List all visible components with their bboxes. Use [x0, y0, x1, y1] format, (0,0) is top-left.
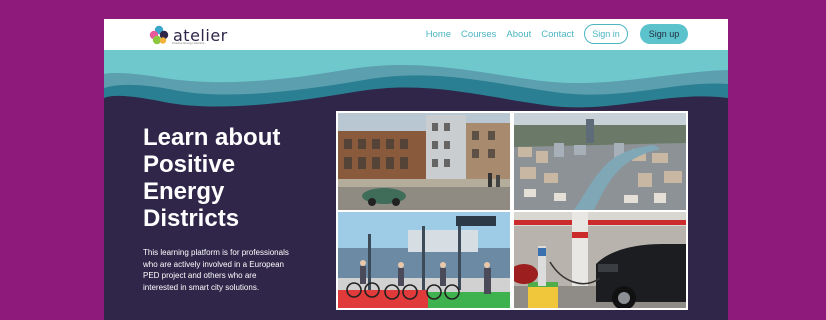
hero-image-grid [336, 111, 688, 310]
hero-description-line: This learning platform is for profession… [143, 248, 289, 257]
hero-description: This learning platform is for profession… [143, 247, 318, 293]
hero-title-line: Learn about [143, 124, 281, 151]
hero-title-line: Energy [143, 178, 225, 205]
sign-in-button[interactable]: Sign in [584, 24, 628, 44]
logo[interactable]: atelier Positive Energy Districts [148, 24, 228, 46]
sign-up-button[interactable]: Sign up [640, 24, 688, 44]
hero-description-line: interested in smart city solutions. [143, 282, 260, 292]
city-street-photo [338, 113, 510, 210]
nav-courses[interactable]: Courses [461, 29, 496, 40]
hero-description-line: PED project and others who are [143, 271, 257, 280]
hero-title-line: Districts [143, 205, 240, 232]
atelier-logo-icon [149, 25, 169, 45]
nav-links: Home Courses About Contact Sign in Sign … [426, 23, 688, 45]
hero-title: Learn about Positive Energy Districts [143, 124, 323, 232]
brand-tagline: Positive Energy Districts [172, 41, 205, 45]
river-city-aerial-photo [514, 113, 686, 210]
bike-station-photo [338, 212, 510, 308]
page-frame: atelier Positive Energy Districts Home C… [104, 19, 728, 320]
hero-description-line: who are actively involved in a European [143, 259, 284, 269]
ev-charging-photo [514, 212, 686, 308]
nav-home[interactable]: Home [426, 29, 451, 40]
navbar: atelier Positive Energy Districts Home C… [104, 19, 728, 50]
nav-about[interactable]: About [506, 29, 531, 40]
hero-title-line: Positive [143, 151, 236, 178]
nav-contact[interactable]: Contact [541, 29, 574, 40]
